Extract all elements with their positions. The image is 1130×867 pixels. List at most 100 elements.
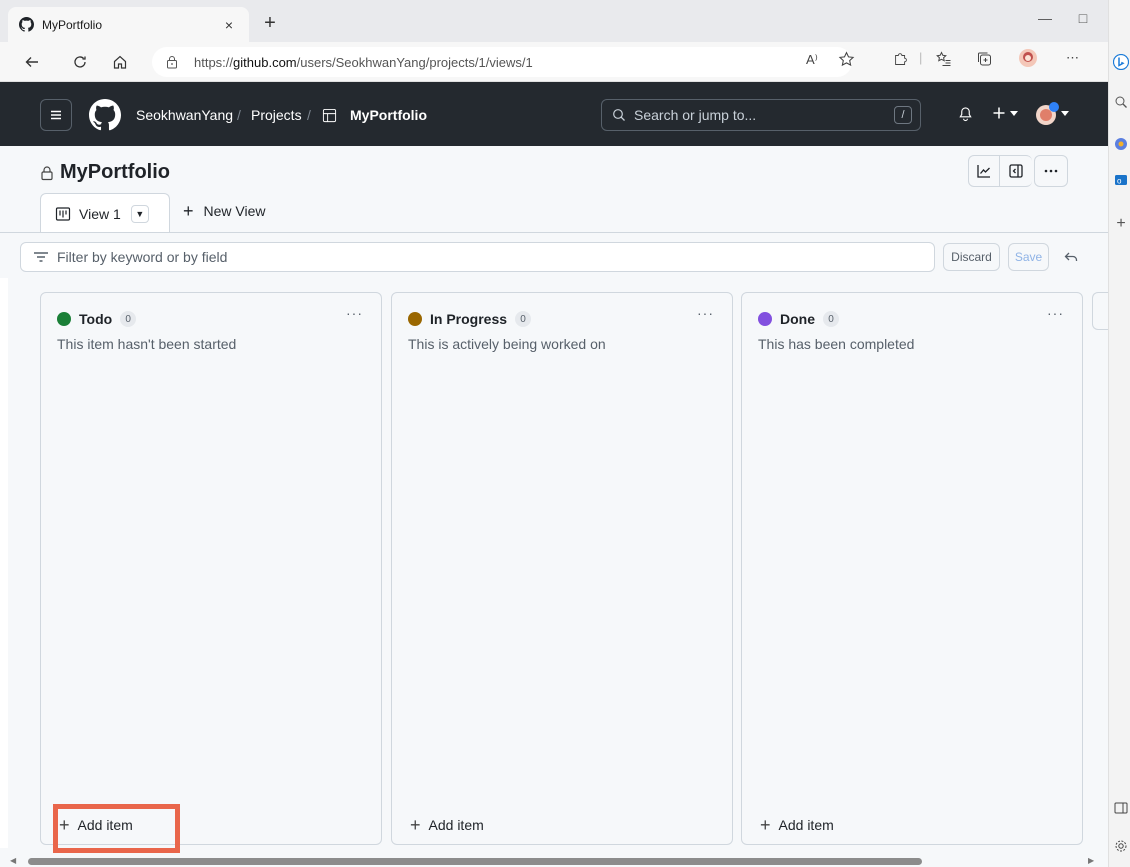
breadcrumb-separator: / [237, 107, 241, 123]
site-info-icon[interactable] [166, 55, 182, 69]
create-new-plus-icon[interactable] [992, 106, 1006, 120]
avatar-chevron-down-icon[interactable] [1061, 111, 1069, 117]
chart-icon [977, 165, 990, 178]
scroll-right-arrow-icon[interactable]: ▶ [1088, 856, 1094, 865]
hamburger-menu-button[interactable] [40, 99, 72, 131]
menu-icon [51, 110, 61, 120]
page-title: MyPortfolio [40, 161, 170, 184]
column-description: This is actively being worked on [408, 336, 606, 352]
private-lock-icon [40, 165, 54, 181]
add-sidebar-app-icon[interactable]: + [1113, 215, 1129, 232]
add-item-label: Add item [778, 817, 834, 833]
new-view-label: New View [203, 203, 266, 219]
back-icon[interactable] [20, 50, 44, 74]
save-button[interactable]: Save [1008, 243, 1049, 271]
refresh-icon[interactable] [68, 50, 92, 74]
bing-copilot-icon[interactable] [1113, 54, 1129, 70]
new-view-button[interactable]: + New View [183, 202, 266, 220]
extensions-icon[interactable] [892, 51, 908, 70]
column-name: In Progress [430, 311, 508, 327]
tab-divider [0, 232, 1108, 233]
item-count-badge: 0 [823, 311, 839, 327]
horizontal-scrollbar[interactable]: ◀ ▶ [0, 854, 1108, 867]
notifications-bell-icon[interactable] [958, 106, 973, 122]
table-icon [322, 108, 337, 126]
column-menu-icon[interactable]: ··· [1047, 305, 1064, 321]
item-count-badge: 0 [120, 311, 137, 327]
add-item-button[interactable]: + Add item [410, 816, 484, 834]
side-panel-icon [1009, 164, 1023, 178]
column-name: Todo [79, 311, 113, 327]
board-gutter [0, 278, 8, 848]
view-options-dropdown-icon[interactable]: ▼ [130, 204, 149, 223]
discard-button[interactable]: Discard [943, 243, 1000, 271]
filter-icon [33, 251, 49, 263]
new-tab-button[interactable]: + [258, 12, 282, 36]
search-placeholder: Search or jump to... [634, 107, 757, 123]
github-logo-icon[interactable] [89, 99, 122, 131]
status-dot-icon [57, 312, 71, 326]
shopping-icon[interactable] [1113, 136, 1129, 152]
read-aloud-icon[interactable]: A⁾ [806, 52, 818, 68]
column-description: This item hasn't been started [57, 336, 237, 352]
add-item-label: Add item [428, 817, 484, 833]
column-menu-icon[interactable]: ··· [697, 305, 714, 321]
tab-view-1[interactable]: View 1 ▼ [40, 193, 170, 233]
favorites-icon[interactable] [935, 51, 952, 70]
board-column-todo: Todo 0 ··· This item hasn't been started… [40, 292, 382, 845]
project-title-text: MyPortfolio [60, 161, 170, 183]
outlook-icon[interactable]: o [1113, 172, 1129, 188]
settings-gear-icon[interactable] [1113, 838, 1129, 854]
svg-text:o: o [1117, 177, 1122, 186]
maximize-icon[interactable]: □ [1068, 10, 1098, 26]
browser-tabstrip: MyPortfolio × + — □ [0, 0, 1108, 42]
view-tab-label: View 1 [79, 205, 121, 222]
url-bar[interactable]: https://github.com/users/SeokhwanYang/pr… [152, 47, 852, 77]
kebab-horizontal-icon [1044, 169, 1058, 173]
column-header: Done 0 [758, 311, 839, 327]
more-menu-icon[interactable]: ⋯ [1066, 50, 1079, 66]
toolbar-divider: | [919, 50, 923, 65]
sidebar-panel-icon[interactable] [1113, 800, 1129, 816]
board-column-done: Done 0 ··· This has been completed + Add… [741, 292, 1083, 845]
side-panel-button[interactable] [1000, 155, 1032, 187]
favorite-star-icon[interactable] [838, 51, 855, 71]
browser-tab[interactable]: MyPortfolio × [8, 7, 249, 42]
user-avatar[interactable] [1034, 101, 1060, 127]
breadcrumb-separator: / [307, 107, 311, 123]
home-icon[interactable] [108, 50, 132, 74]
breadcrumb-project[interactable]: MyPortfolio [350, 107, 427, 123]
column-header: In Progress 0 [408, 311, 532, 327]
filter-input[interactable]: Filter by keyword or by field [20, 242, 935, 272]
insights-button[interactable] [968, 155, 1000, 187]
scrollbar-thumb[interactable] [28, 858, 922, 865]
item-count-badge: 0 [515, 311, 532, 327]
filter-placeholder: Filter by keyword or by field [57, 249, 228, 265]
search-input[interactable]: Search or jump to... / [601, 99, 921, 131]
search-shortcut-key: / [894, 106, 912, 124]
column-menu-icon[interactable]: ··· [346, 305, 363, 321]
url-text: https://github.com/users/SeokhwanYang/pr… [194, 54, 533, 70]
status-dot-icon [758, 312, 772, 326]
column-name: Done [780, 311, 815, 327]
breadcrumb-owner[interactable]: SeokhwanYang [136, 107, 233, 123]
breadcrumb-projects[interactable]: Projects [251, 107, 302, 123]
project-more-options-button[interactable] [1034, 155, 1068, 187]
github-header: SeokhwanYang / Projects / MyPortfolio Se… [0, 82, 1108, 146]
tab-close-icon[interactable]: × [219, 17, 239, 33]
search-sidebar-icon[interactable] [1113, 94, 1129, 110]
add-item-button[interactable]: + Add item [760, 815, 834, 835]
chevron-down-icon[interactable] [1010, 111, 1018, 117]
status-dot-icon [408, 312, 422, 326]
collections-icon[interactable] [976, 51, 993, 70]
board-view-icon [55, 206, 71, 222]
plus-icon: + [760, 815, 771, 835]
minimize-icon[interactable]: — [1030, 10, 1060, 26]
tab-title: MyPortfolio [42, 17, 103, 32]
column-description: This has been completed [758, 336, 915, 352]
column-header: Todo 0 [57, 311, 137, 327]
scroll-left-arrow-icon[interactable]: ◀ [10, 856, 16, 865]
profile-avatar-icon[interactable] [1018, 48, 1038, 71]
project-actions [968, 155, 1068, 187]
undo-icon[interactable] [1060, 247, 1082, 267]
